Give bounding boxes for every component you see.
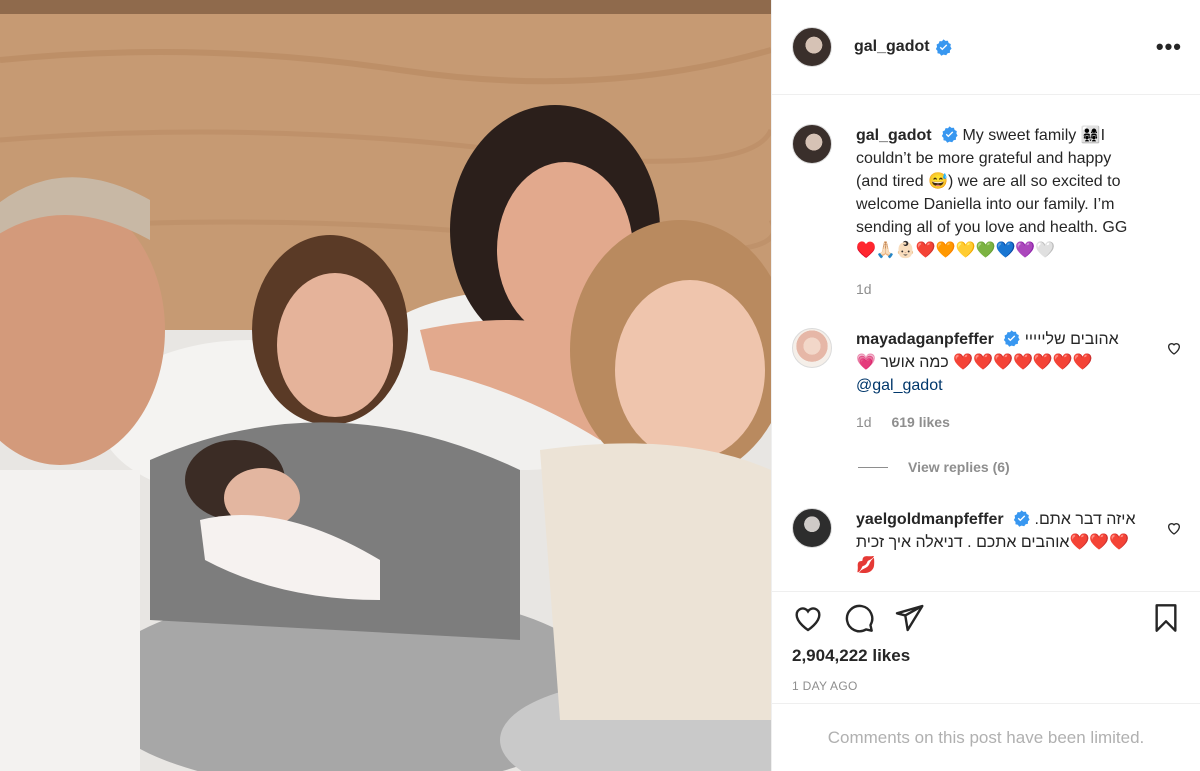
comment-likes[interactable]: 619 likes [891,414,949,430]
like-heart-icon[interactable] [792,602,824,634]
caption-age[interactable]: 1d [856,281,872,297]
save-bookmark-icon[interactable] [1150,602,1182,634]
post-actions: 2,904,222 likes 1 DAY AGO [772,591,1200,702]
comments-limited-notice: Comments on this post have been limited. [772,703,1200,771]
post-header: gal_gadot ••• [772,0,1200,95]
family-photo-illustration [0,0,771,771]
comment-item: yaelgoldmanpfeffer איזה דבר אתם. ❤️❤️❤️א… [792,508,1184,577]
commenter-username[interactable]: yaelgoldmanpfeffer [856,511,1004,528]
comment-like-icon[interactable] [1166,340,1182,356]
caption-avatar[interactable] [792,124,832,164]
author-username[interactable]: gal_gadot [854,38,930,56]
comments-section: gal_gadot My sweet family 👨‍👩‍👧‍👧I could… [772,96,1200,591]
comment-like-icon[interactable] [1166,520,1182,536]
caption-meta: 1d [856,278,1136,301]
share-icon[interactable] [893,602,925,634]
comment-mention[interactable]: @gal_gadot [856,377,943,394]
post-photo[interactable] [0,0,771,771]
comment-meta: 1d 619 likes [856,411,1136,434]
view-replies-line [858,466,888,468]
comment-icon[interactable] [843,602,875,634]
commenter-avatar[interactable] [792,328,832,368]
post-timestamp[interactable]: 1 DAY AGO [792,679,858,693]
verified-badge-icon [1013,510,1030,527]
post-side-panel: gal_gadot ••• gal_gadot My sweet family … [771,0,1200,771]
caption: gal_gadot My sweet family 👨‍👩‍👧‍👧I could… [792,124,1184,301]
comment-age[interactable]: 1d [856,414,872,430]
verified-badge-icon [935,38,952,56]
more-options-icon[interactable]: ••• [1156,36,1182,58]
caption-text: My sweet family 👨‍👩‍👧‍👧I couldn’t be mor… [856,127,1128,259]
comment-body: yaelgoldmanpfeffer איזה דבר אתם. ❤️❤️❤️א… [856,508,1136,577]
comment-body: mayadaganpfeffer אהובים שלייייי❤️❤️❤️❤️❤… [856,328,1136,434]
commenter-avatar[interactable] [792,508,832,548]
view-replies-button[interactable]: View replies (6) [858,459,1010,475]
likes-count[interactable]: 2,904,222 likes [792,646,910,666]
caption-body: gal_gadot My sweet family 👨‍👩‍👧‍👧I could… [856,124,1136,301]
comment-item: mayadaganpfeffer אהובים שלייייי❤️❤️❤️❤️❤… [792,328,1184,434]
caption-username[interactable]: gal_gadot [856,127,932,144]
commenter-username[interactable]: mayadaganpfeffer [856,331,994,348]
verified-badge-icon [1004,330,1020,347]
view-replies-label: View replies (6) [908,459,1010,475]
verified-badge-icon [941,126,958,143]
author-avatar[interactable] [792,27,832,67]
